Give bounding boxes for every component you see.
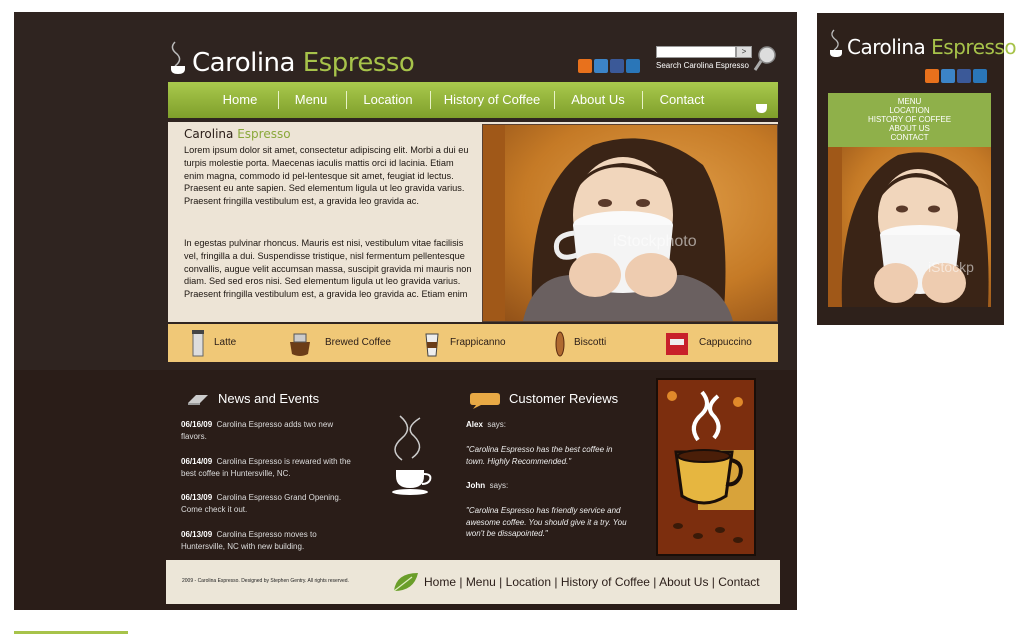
intro-title-a: Carolina [184,127,234,141]
facebook-icon[interactable] [957,69,971,83]
review-quote: "Carolina Espresso has the best coffee i… [466,445,613,466]
mobile-menu-item[interactable]: MENU [828,97,991,106]
digg-icon[interactable] [973,69,987,83]
speech-bubble-icon [469,391,501,414]
nav-about[interactable]: About Us [560,82,636,118]
coffee-art-image [656,378,756,556]
stumbleupon-icon[interactable] [941,69,955,83]
steaming-cup-icon [380,412,440,503]
cappuccino-machine-icon [664,329,690,362]
footer-nav: Home | Menu | Location | History of Coff… [424,575,760,589]
mobile-logo-white: Carolina [847,35,926,59]
mobile-photo-watermark: iStockp [928,259,974,275]
footer-link-about[interactable]: About Us [659,575,708,589]
blogger-icon[interactable] [578,59,592,73]
logo-name-green: Espresso [302,48,415,78]
nav-divider [554,91,555,109]
mobile-social-icons [925,69,989,88]
product-latte[interactable]: Latte [214,324,236,362]
nav-history[interactable]: History of Coffee [436,82,548,118]
mobile-menu-item[interactable]: LOCATION [828,106,991,115]
news-item[interactable]: 06/14/09 Carolina Espresso is rewared wi… [181,456,351,479]
footer-link-location[interactable]: Location [506,575,551,589]
brewed-coffee-icon [286,330,314,363]
reviewer-name: Alex [466,420,483,429]
facebook-icon[interactable] [610,59,624,73]
product-frappicanno[interactable]: Frappicanno [450,324,506,362]
stumbleupon-icon[interactable] [594,59,608,73]
review-author: Alex says: [466,419,506,431]
woman-with-cup-illustration [483,125,733,321]
logo-cup-icon [168,36,188,76]
frappicanno-icon [424,330,440,363]
intro-paragraph-2: In egestas pulvinar rhoncus. Mauris est … [184,238,472,300]
mobile-menu-item[interactable]: ABOUT US [828,124,991,133]
news-title: News and Events [218,391,320,406]
mobile-menu-item[interactable]: CONTACT [828,133,991,142]
site-logo[interactable]: Carolina Espresso [192,48,415,78]
reviewer-name: John [466,481,486,490]
news-item[interactable]: 06/13/09 Carolina Espresso Grand Opening… [181,492,351,515]
digg-icon[interactable] [626,59,640,73]
intro-title: Carolina Espresso [184,127,291,141]
magnifier-icon[interactable] [753,45,777,78]
news-date: 06/16/09 [181,420,213,429]
hero-photo: iStockphoto [482,124,778,322]
mobile-menu-item[interactable]: HISTORY OF COFFEE [828,115,991,124]
nav-location[interactable]: Location [352,82,424,118]
leaf-icon [392,569,420,600]
nav-menu[interactable]: Menu [284,82,338,118]
social-icons [578,59,642,78]
footer-link-contact[interactable]: Contact [718,575,759,589]
intro-paragraph-1: Lorem ipsum dolor sit amet, consectetur … [184,145,469,207]
mobile-logo-green: Espresso [931,35,1017,59]
blogger-icon[interactable] [925,69,939,83]
news-item[interactable]: 06/13/09 Carolina Espresso moves to Hunt… [181,529,351,552]
reviewer-says: says: [487,420,507,429]
latte-icon [190,328,206,363]
search-go-button[interactable]: > [736,46,752,58]
nav-home[interactable]: Home [212,82,268,118]
main-nav: Home Menu Location History of Coffee Abo… [168,82,778,118]
nav-divider [642,91,643,109]
news-date: 06/13/09 [181,493,213,502]
product-biscotti[interactable]: Biscotti [574,324,606,362]
reviews-title: Customer Reviews [509,391,619,406]
mobile-hero-photo: iStockp [828,147,991,307]
footer-copyright: 2009 - Carolina Espresso. Designed by St… [182,578,349,584]
mobile-woman-with-cup-illustration [828,147,989,307]
review-quote: "Carolina Espresso has friendly service … [466,506,627,538]
site-footer: 2009 - Carolina Espresso. Designed by St… [166,560,780,604]
product-brewed-coffee[interactable]: Brewed Coffee [325,324,391,362]
biscotti-icon [554,330,566,363]
product-strip: Latte Brewed Coffee Frappicanno Biscotti… [168,324,778,362]
mobile-logo[interactable]: Carolina Espresso [847,35,1017,59]
product-cappuccino[interactable]: Cappuccino [699,324,752,362]
nav-cup-icon [754,100,770,119]
photo-watermark: iStockphoto [613,233,697,250]
footer-link-menu[interactable]: Menu [466,575,496,589]
logo-name-white: Carolina [192,48,295,78]
nav-contact[interactable]: Contact [648,82,716,118]
reviewer-says: says: [489,481,509,490]
search-input[interactable] [656,46,736,58]
nav-divider [346,91,347,109]
mobile-logo-cup-icon [828,26,846,63]
news-date: 06/13/09 [181,530,213,539]
review-author: John says: [466,480,508,492]
intro-title-b: Espresso [237,127,291,141]
mobile-menu: MENU LOCATION HISTORY OF COFFEE ABOUT US… [828,93,991,147]
footer-link-history[interactable]: History of Coffee [561,575,650,589]
search-caption: Search Carolina Espresso [656,61,749,70]
book-icon [186,391,210,412]
news-item[interactable]: 06/16/09 Carolina Espresso adds two new … [181,419,351,442]
footer-link-home[interactable]: Home [424,575,456,589]
news-date: 06/14/09 [181,457,213,466]
nav-divider [278,91,279,109]
nav-divider [430,91,431,109]
